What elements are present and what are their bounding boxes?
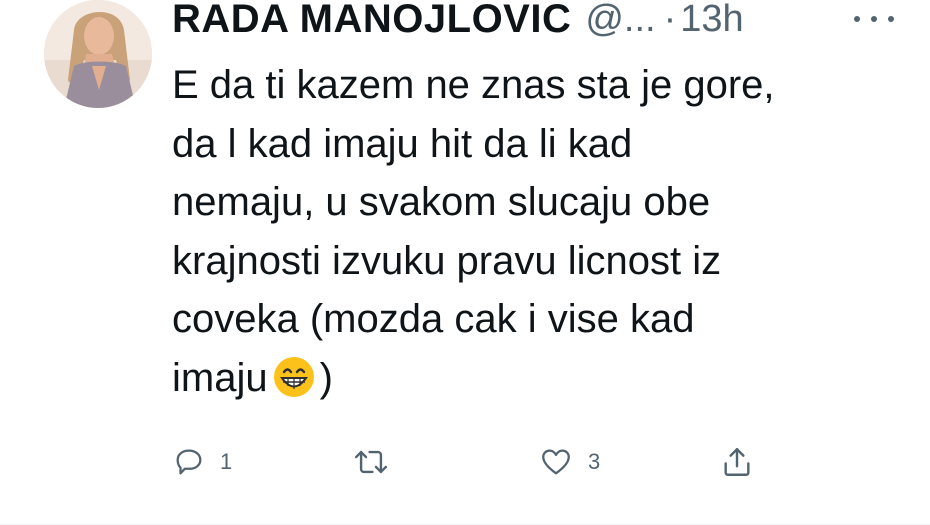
tweet-actions-bar: 1 3 [172,440,772,484]
tweet-text-fragment: ) [319,355,333,400]
share-button[interactable] [720,440,754,484]
tweet-text-line: coveka (mozda cak i vise kad [172,297,695,341]
retweet-icon [354,450,388,474]
more-horizontal-icon-dot [888,16,894,22]
more-options-button[interactable] [854,14,894,24]
like-button[interactable]: 3 [538,440,600,484]
retweet-button[interactable] [352,440,404,484]
header-separator: · [663,0,677,40]
reply-button[interactable]: 1 [172,440,232,484]
tweet-text-line: E da ti kazem ne znas sta je gore, [172,63,775,107]
grinning-face-emoji-icon [273,356,314,397]
heart-icon [542,449,570,475]
reply-count: 1 [220,449,233,474]
more-horizontal-icon [854,16,860,22]
more-horizontal-icon-dot [871,16,877,22]
reply-bubble-icon [176,449,202,475]
author-handle[interactable]: @... [585,0,655,41]
author-name[interactable]: RADA MANOJLOVIC [172,0,571,42]
tweet-text-line: nemaju, u svakom slucaju obe [172,180,711,224]
tweet-text-line: da l kad imaju hit da li kad [172,121,633,166]
tweet-card[interactable]: RADA MANOJLOVIC @... · 13h E da ti kazem… [0,0,930,525]
tweet-text-fragment: imaju [172,355,268,400]
share-icon [724,448,750,476]
tweet-header: RADA MANOJLOVIC @... · 13h [172,0,890,44]
tweet-text-line-last: imaju ) [172,349,892,408]
like-count: 3 [588,449,601,474]
tweet-timestamp[interactable]: 13h [680,0,743,41]
avatar[interactable] [44,0,152,108]
avatar-photo [44,0,152,108]
tweet-text: E da ti kazem ne znas sta je gore, da l … [172,56,892,407]
tweet-text-line: krajnosti izvuku pravu licnost iz [172,238,722,283]
